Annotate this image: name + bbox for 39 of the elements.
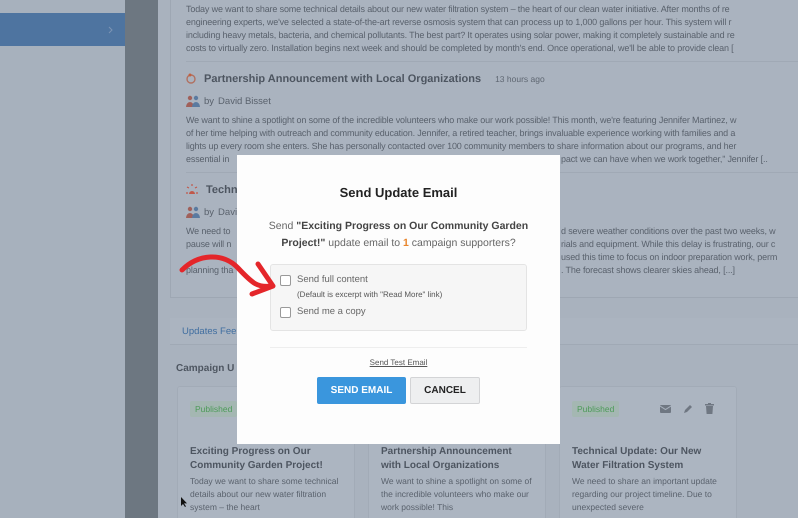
card-title: Exciting Progress on Our Community Garden Project! (190, 445, 324, 473)
status-badge: Published (190, 400, 238, 416)
post-text: used this time to focus on indoor preparation work, perm (561, 251, 778, 264)
author-name: Davi (218, 206, 238, 218)
confirm-message: Send "Exciting Progress on Our Community Garden Project!" update email to 1 campaign supporters? (268, 219, 528, 251)
post-text: rials and equipment. While this delay is frustrating, our c (561, 238, 776, 251)
by-label: by (204, 96, 214, 106)
post-title: Techn (206, 184, 238, 196)
post-text: . The forecast shows clearer skies ahead, [...] (561, 264, 735, 277)
post-text: including heavy metals, bacteria, and chemical pollutants. The best part? It operates using solar power, making it completely sustainable and re (186, 29, 735, 42)
post-text: lights up every room she enters. She has personally contacted over 100 community members to share information about our programs, and her (186, 140, 736, 153)
post-text: d severe weather conditions over the past two weeks, w (561, 225, 776, 238)
post-text: costs to virtually zero. Installation begins next week and should be completed by month's end. Once operational, we'll be able to provide clean [ (186, 42, 734, 55)
card-excerpt: We want to shine a spotlight on some of the incredible volunteers who make our work possible! This (381, 475, 533, 514)
author-name: David Bisset (218, 96, 271, 106)
post-text: planning tha (186, 265, 234, 275)
card-title: Technical Update: Our New Water Filtration System (572, 445, 702, 473)
card-excerpt: We need to share an important update regarding our project timeline. Due to unexpected severe (572, 475, 718, 514)
dialog-title: Send Update Email (340, 185, 458, 200)
option-hint: (Default is excerpt with "Read More" link) (297, 290, 442, 299)
cancel-button[interactable]: CANCEL (410, 377, 480, 404)
option-label: Send me a copy (297, 306, 366, 317)
post-text: of her time helping with outreach and community education. Jennifer, a retired teacher, brings invaluable experience working with families and a (186, 127, 736, 140)
status-badge: Published (572, 400, 620, 416)
post-text: We want to shine a spotlight on some of the incredible volunteers who make our work possible! This month, we're featuring Jennifer Martinez, w (186, 114, 736, 127)
by-label: by (204, 206, 214, 218)
test-email-link[interactable]: Send Test Email (370, 358, 428, 367)
card-title: Partnership Announcement with Local Organizations (381, 445, 513, 473)
post-text: Today we want to share some technical details about our new water filtration system – the heart of our clean water initiative. After months of re (186, 3, 730, 16)
card-excerpt: Today we want to share some technical details about our new water filtration system – the heart (190, 475, 340, 514)
post-text: engineering experts, we've selected a state-of-the-art reverse osmosis system that can process up to 1,000 gallons per hour. This system will r (186, 16, 732, 29)
post-text: pact we can have when we work together,” Jennifer [.. (561, 153, 768, 166)
section-title: Campaign U (176, 363, 236, 374)
post-text: We need to (186, 226, 230, 236)
post-title: Partnership Announcement with Local Organizations (204, 73, 482, 85)
post-text: essential in (186, 154, 230, 164)
option-label: Send full content (297, 274, 369, 285)
post-time: 13 hours ago (495, 74, 545, 84)
post-text: pause will n (186, 239, 232, 249)
